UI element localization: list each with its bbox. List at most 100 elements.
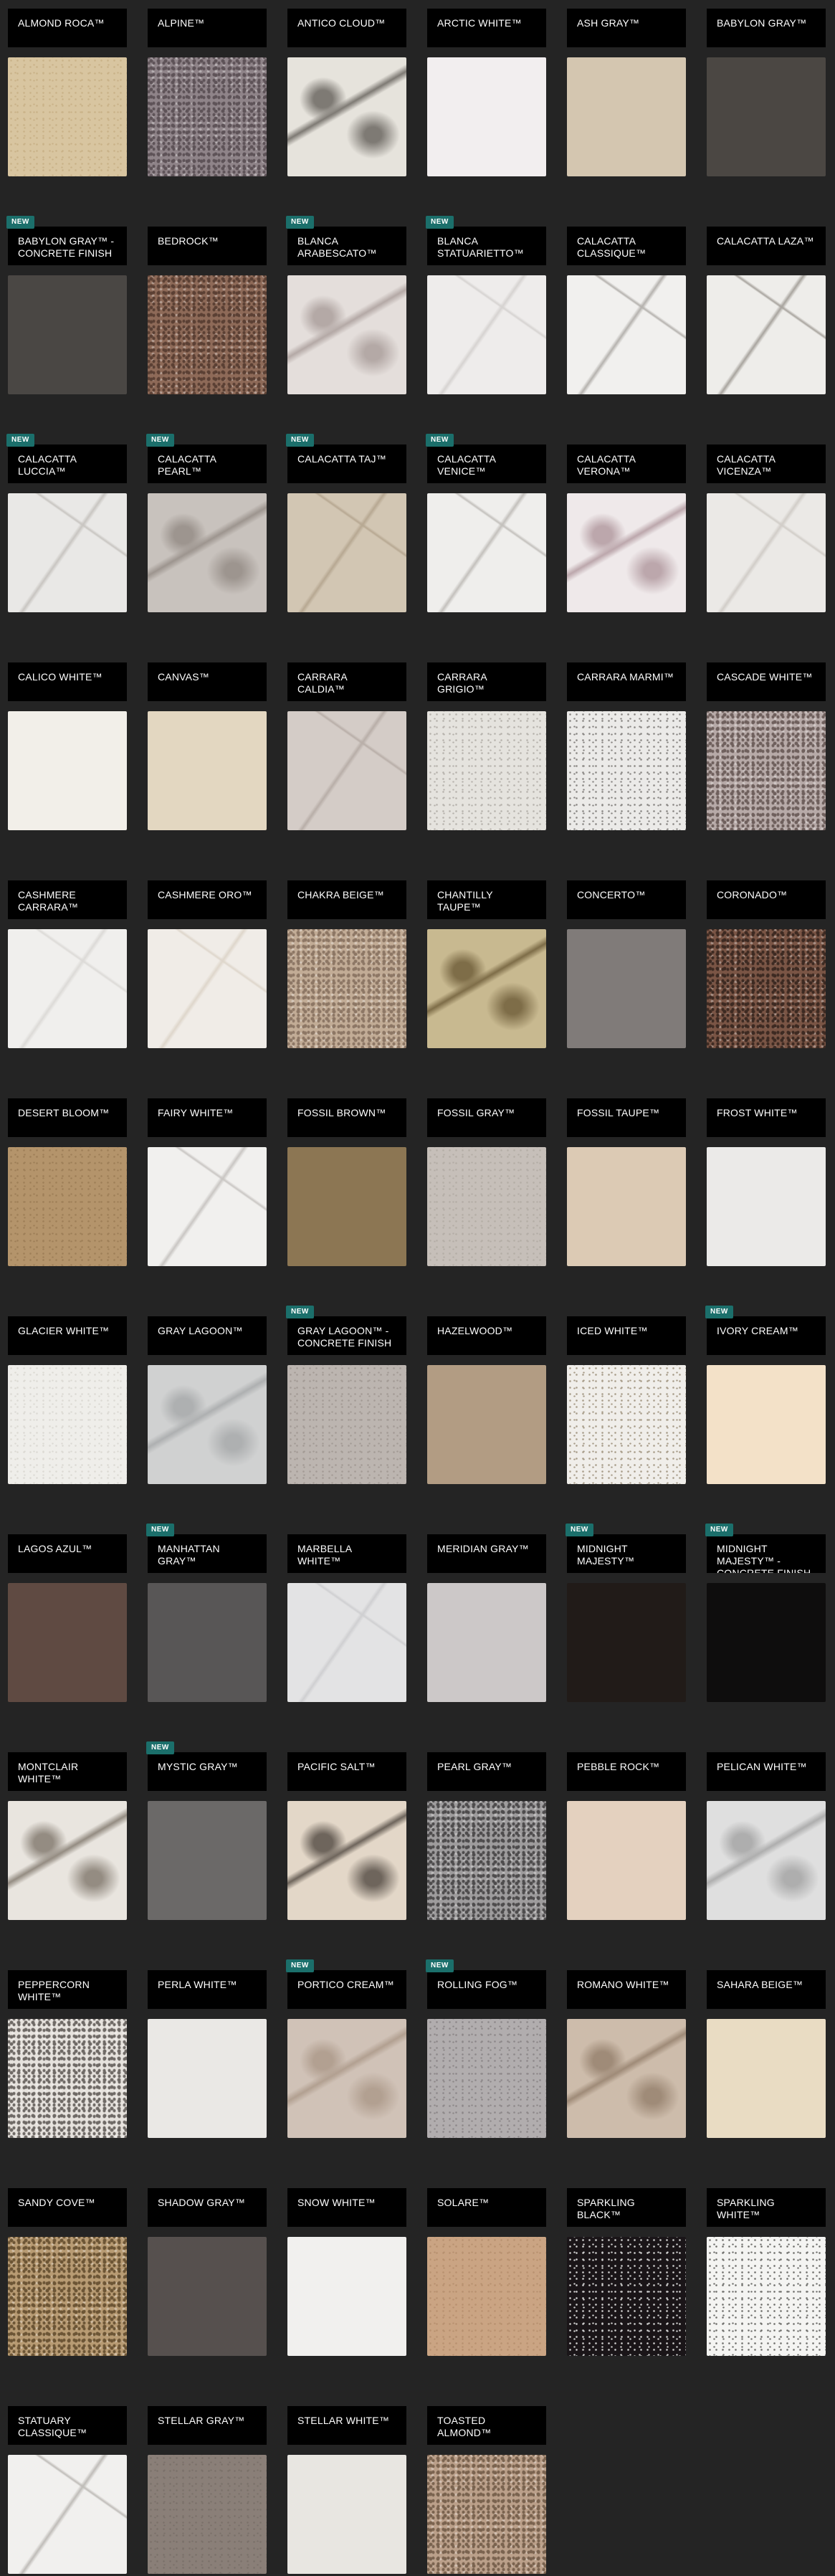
product-swatch[interactable] [287, 1801, 406, 1920]
product-swatch[interactable] [287, 1147, 406, 1266]
product-card[interactable]: NEW MIDNIGHT MAJESTY™ - CONCRETE FINISH [705, 1524, 826, 1702]
product-card[interactable]: NEW MYSTIC GRAY™ [146, 1741, 267, 1920]
product-card[interactable]: PELICAN WHITE™ [707, 1752, 826, 1920]
product-swatch[interactable] [287, 1365, 406, 1484]
product-swatch[interactable] [148, 1365, 267, 1484]
product-swatch[interactable] [148, 2019, 267, 2138]
product-swatch[interactable] [707, 711, 826, 830]
product-card[interactable]: STELLAR GRAY™ [148, 2406, 267, 2574]
product-card[interactable]: CORONADO™ [707, 880, 826, 1048]
product-card[interactable]: ALMOND ROCA™ [8, 9, 127, 176]
product-swatch[interactable] [427, 2019, 546, 2138]
product-card[interactable]: CALACATTA CLASSIQUE™ [567, 227, 686, 394]
product-swatch[interactable] [287, 493, 406, 612]
product-card[interactable]: NEW BABYLON GRAY™ - CONCRETE FINISH [6, 216, 127, 394]
product-swatch[interactable] [427, 1583, 546, 1702]
product-swatch[interactable] [707, 493, 826, 612]
product-card[interactable]: FOSSIL GRAY™ [427, 1098, 546, 1266]
product-card[interactable]: FAIRY WHITE™ [148, 1098, 267, 1266]
product-card[interactable]: ANTICO CLOUD™ [287, 9, 406, 176]
product-card[interactable]: CARRARA GRIGIO™ [427, 662, 546, 830]
product-card[interactable]: PEPPERCORN WHITE™ [8, 1970, 127, 2138]
product-swatch[interactable] [148, 493, 267, 612]
product-card[interactable]: TOASTED ALMOND™ [427, 2406, 546, 2574]
product-card[interactable]: FOSSIL TAUPE™ [567, 1098, 686, 1266]
product-card[interactable]: BEDROCK™ [148, 227, 267, 394]
product-card[interactable]: GRAY LAGOON™ [148, 1316, 267, 1484]
product-card[interactable]: ARCTIC WHITE™ [427, 9, 546, 176]
product-card[interactable]: LAGOS AZUL™ [8, 1534, 127, 1702]
product-swatch[interactable] [567, 2237, 686, 2356]
product-card[interactable]: CASHMERE ORO™ [148, 880, 267, 1048]
product-card[interactable]: PEBBLE ROCK™ [567, 1752, 686, 1920]
product-swatch[interactable] [8, 2455, 127, 2574]
product-card[interactable]: STELLAR WHITE™ [287, 2406, 406, 2574]
product-swatch[interactable] [8, 275, 127, 394]
product-swatch[interactable] [427, 1801, 546, 1920]
product-swatch[interactable] [148, 929, 267, 1048]
product-card[interactable]: PEARL GRAY™ [427, 1752, 546, 1920]
product-swatch[interactable] [148, 1147, 267, 1266]
product-card[interactable]: NEW CALACATTA LUCCIA™ [6, 434, 127, 612]
product-card[interactable]: NEW IVORY CREAM™ [705, 1306, 826, 1484]
product-card[interactable]: ROMANO WHITE™ [567, 1970, 686, 2138]
product-card[interactable]: ICED WHITE™ [567, 1316, 686, 1484]
product-card[interactable]: NEW PORTICO CREAM™ [286, 1959, 406, 2138]
product-swatch[interactable] [707, 275, 826, 394]
product-card[interactable]: SAHARA BEIGE™ [707, 1970, 826, 2138]
product-card[interactable]: SANDY COVE™ [8, 2188, 127, 2356]
product-swatch[interactable] [567, 1801, 686, 1920]
product-swatch[interactable] [8, 57, 127, 176]
product-swatch[interactable] [567, 1583, 686, 1702]
product-swatch[interactable] [567, 1365, 686, 1484]
product-card[interactable]: SPARKLING BLACK™ [567, 2188, 686, 2356]
product-card[interactable]: SPARKLING WHITE™ [707, 2188, 826, 2356]
product-swatch[interactable] [148, 275, 267, 394]
product-swatch[interactable] [707, 1365, 826, 1484]
product-swatch[interactable] [567, 929, 686, 1048]
product-card[interactable]: MONTCLAIR WHITE™ [8, 1752, 127, 1920]
product-swatch[interactable] [8, 2019, 127, 2138]
product-card[interactable]: MERIDIAN GRAY™ [427, 1534, 546, 1702]
product-swatch[interactable] [287, 275, 406, 394]
product-swatch[interactable] [148, 1801, 267, 1920]
product-swatch[interactable] [427, 57, 546, 176]
product-card[interactable]: NEW CALACATTA TAJ™ [286, 434, 406, 612]
product-card[interactable]: NEW MANHATTAN GRAY™ [146, 1524, 267, 1702]
product-card[interactable]: SOLARE™ [427, 2188, 546, 2356]
product-card[interactable]: CARRARA CALDIA™ [287, 662, 406, 830]
product-swatch[interactable] [8, 711, 127, 830]
product-card[interactable]: CHANTILLY TAUPE™ [427, 880, 546, 1048]
product-swatch[interactable] [8, 1583, 127, 1702]
product-card[interactable]: MARBELLA WHITE™ [287, 1534, 406, 1702]
product-swatch[interactable] [287, 711, 406, 830]
product-card[interactable]: SHADOW GRAY™ [148, 2188, 267, 2356]
product-swatch[interactable] [427, 1147, 546, 1266]
product-swatch[interactable] [287, 2455, 406, 2574]
product-card[interactable]: NEW BLANCA ARABESCATO™ [286, 216, 406, 394]
product-swatch[interactable] [427, 493, 546, 612]
product-swatch[interactable] [427, 929, 546, 1048]
product-card[interactable]: NEW ROLLING FOG™ [426, 1959, 546, 2138]
product-swatch[interactable] [287, 2237, 406, 2356]
product-swatch[interactable] [8, 1365, 127, 1484]
product-card[interactable]: NEW CALACATTA PEARL™ [146, 434, 267, 612]
product-swatch[interactable] [427, 1365, 546, 1484]
product-swatch[interactable] [287, 1583, 406, 1702]
product-card[interactable]: CALICO WHITE™ [8, 662, 127, 830]
product-swatch[interactable] [427, 275, 546, 394]
product-card[interactable]: CHAKRA BEIGE™ [287, 880, 406, 1048]
product-card[interactable]: GLACIER WHITE™ [8, 1316, 127, 1484]
product-swatch[interactable] [287, 2019, 406, 2138]
product-card[interactable]: STATUARY CLASSIQUE™ [8, 2406, 127, 2574]
product-card[interactable]: NEW MIDNIGHT MAJESTY™ [566, 1524, 686, 1702]
product-swatch[interactable] [567, 1147, 686, 1266]
product-swatch[interactable] [427, 711, 546, 830]
product-swatch[interactable] [707, 57, 826, 176]
product-swatch[interactable] [8, 493, 127, 612]
product-card[interactable]: PERLA WHITE™ [148, 1970, 267, 2138]
product-swatch[interactable] [148, 1583, 267, 1702]
product-swatch[interactable] [8, 1147, 127, 1266]
product-swatch[interactable] [707, 2237, 826, 2356]
product-card[interactable]: PACIFIC SALT™ [287, 1752, 406, 1920]
